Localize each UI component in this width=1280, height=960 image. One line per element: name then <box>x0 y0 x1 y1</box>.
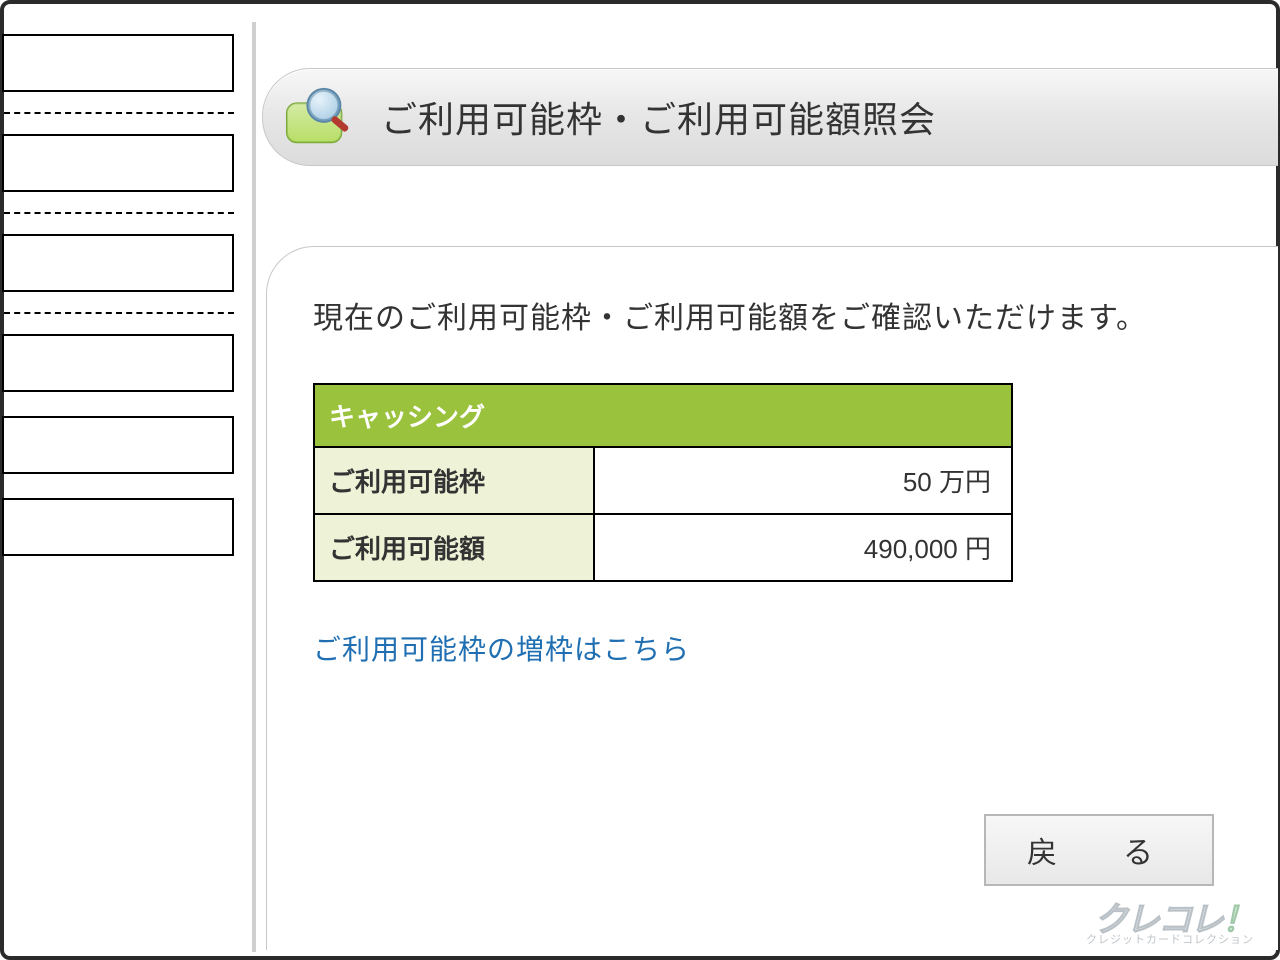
table-row: ご利用可能枠 50 万円 <box>314 447 1012 514</box>
vertical-divider <box>252 22 256 952</box>
table-row: ご利用可能額 490,000 円 <box>314 514 1012 581</box>
app-frame: ご利用可能枠・ご利用可能額照会 現在のご利用可能枠・ご利用可能額をご確認いただけ… <box>0 0 1280 960</box>
row-value: 490,000 円 <box>594 514 1012 581</box>
increase-limit-link[interactable]: ご利用可能枠の増枠はこちら <box>313 628 690 668</box>
content-card: 現在のご利用可能枠・ご利用可能額をご確認いただけます。 キャッシング ご利用可能… <box>266 246 1278 950</box>
sidebar-separator <box>4 112 234 114</box>
row-value: 50 万円 <box>594 447 1012 514</box>
row-label: ご利用可能枠 <box>314 447 594 514</box>
back-button[interactable]: 戻 る <box>984 814 1214 886</box>
sidebar-item[interactable] <box>2 34 234 92</box>
sidebar-separator <box>4 312 234 314</box>
sidebar <box>4 34 234 556</box>
sidebar-item[interactable] <box>2 234 234 292</box>
sidebar-separator <box>4 212 234 214</box>
limit-table: キャッシング ご利用可能枠 50 万円 ご利用可能額 490,000 円 <box>313 383 1013 582</box>
page-title: ご利用可能枠・ご利用可能額照会 <box>381 91 936 143</box>
sidebar-item[interactable] <box>2 498 234 556</box>
table-header: キャッシング <box>314 384 1012 447</box>
page-title-bar: ご利用可能枠・ご利用可能額照会 <box>262 68 1278 166</box>
magnifier-card-icon <box>281 82 359 152</box>
row-label: ご利用可能額 <box>314 514 594 581</box>
sidebar-item[interactable] <box>2 134 234 192</box>
sidebar-item[interactable] <box>2 416 234 474</box>
intro-text: 現在のご利用可能枠・ご利用可能額をご確認いただけます。 <box>313 293 1258 337</box>
sidebar-item[interactable] <box>2 334 234 392</box>
